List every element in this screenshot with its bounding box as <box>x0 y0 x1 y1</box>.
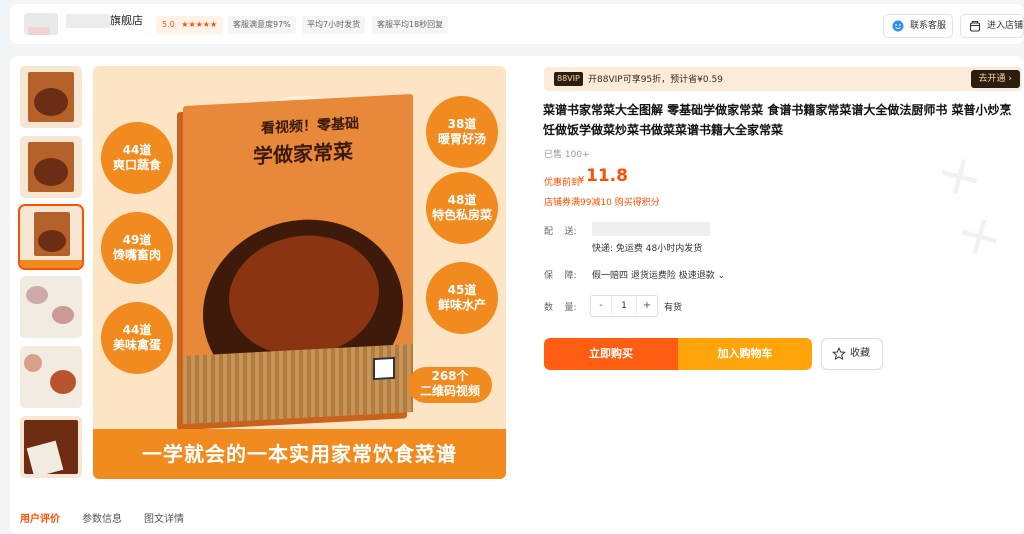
thumb-pages <box>20 276 82 338</box>
coupon-info[interactable]: 店铺券满99减10 购买得积分 <box>544 195 660 208</box>
bubble-soups: 38道 暖胃好汤 <box>426 96 498 168</box>
store-name[interactable]: 旗舰店 <box>110 12 143 28</box>
stock-status: 有货 <box>664 303 683 313</box>
delivery-label: 配 送: <box>544 227 577 237</box>
cover-subtitle: 看视频！零基础 <box>261 115 359 137</box>
tab-parameters[interactable]: 参数信息 <box>82 510 122 525</box>
bubble-poultry-eggs: 44道 美味禽蛋 <box>101 302 173 374</box>
quantity-increase-button[interactable]: + <box>637 296 657 316</box>
thumb-photo <box>24 354 42 372</box>
buy-now-button[interactable]: 立即购买 <box>544 338 678 370</box>
store-rating-badge: 5.0 ★★★★★ <box>156 16 224 34</box>
store-rating-value: 5.0 <box>162 20 175 29</box>
bubble-vegetables: 44道 爽口蔬食 <box>101 122 173 194</box>
bubble-meat: 49道 馋嘴畜肉 <box>101 212 173 284</box>
qr-video-bubble: 268个 二维码视频 <box>408 367 492 403</box>
stat-reply-time: 客服平均18秒回复 <box>372 16 449 34</box>
store-header: 旗舰店 5.0 ★★★★★ 客服满意度97% 平均7小时发货 客服平均18秒回复… <box>10 4 1024 44</box>
detail-tabs: 用户评价 参数信息 图文详情 <box>20 510 184 525</box>
thumbnail-2[interactable] <box>20 136 82 198</box>
thumb-banner <box>20 260 82 268</box>
favorite-button[interactable]: 收藏 <box>821 338 883 370</box>
contact-service-label: 联系客服 <box>910 21 947 31</box>
thumbnail-3-selected[interactable] <box>18 204 84 270</box>
sold-count: 已售 100+ <box>544 150 590 160</box>
quantity-decrease-button[interactable]: - <box>591 296 611 316</box>
store-name-redacted <box>66 14 110 28</box>
thumb-photo <box>52 306 74 324</box>
thumb-dish <box>34 88 68 116</box>
thumbnail-5[interactable] <box>20 346 82 408</box>
main-product-image[interactable]: 看视频！零基础 学做家常菜 44道 爽口蔬食 49道 馋嘴畜肉 44道 美味禽蛋… <box>93 66 506 479</box>
book-cover: 看视频！零基础 学做家常菜 <box>183 93 413 425</box>
vip-text: 开88VIP可享95折，预计省¥0.59 <box>588 75 723 85</box>
cover-title: 学做家常菜 <box>253 139 353 169</box>
product-title: 菜谱书家常菜大全图解 零基础学做家常菜 食谱书籍家常菜谱大全做法厨师书 菜普小炒… <box>543 103 1012 137</box>
vip-promo-bar: 88VIP 开88VIP可享95折，预计省¥0.59 去开通 › <box>544 67 1022 91</box>
bubble-seafood: 45道 鲜味水产 <box>426 262 498 334</box>
enter-store-button[interactable]: 进入店铺 <box>960 14 1024 38</box>
thumbnail-6[interactable] <box>20 416 82 478</box>
thumbnail-4[interactable] <box>20 276 82 338</box>
add-to-cart-button[interactable]: 加入购物车 <box>678 338 812 370</box>
delivery-address-redacted[interactable] <box>592 222 710 236</box>
tab-details[interactable]: 图文详情 <box>144 510 184 525</box>
shipping-info: 快递: 免运费 48小时内发货 <box>592 244 703 254</box>
bamboo-mat <box>183 343 413 425</box>
vip-tag: 88VIP <box>554 72 583 86</box>
stat-shipping-time: 平均7小时发货 <box>302 16 366 34</box>
currency-symbol: ¥ <box>578 175 585 186</box>
guarantee-label: 保 障: <box>544 271 577 281</box>
thumb-photo <box>50 370 76 394</box>
price-label: 优惠前到 <box>544 178 581 188</box>
service-icon <box>892 20 904 32</box>
guarantee-dropdown[interactable]: 假一赔四 退货运费险 极速退款 ⌄ <box>592 268 725 281</box>
enter-store-label: 进入店铺 <box>987 21 1024 31</box>
thumb-dish <box>38 230 66 252</box>
favorite-label: 收藏 <box>850 348 870 359</box>
stat-satisfaction: 客服满意度97% <box>228 16 296 34</box>
star-outline-icon <box>832 347 846 361</box>
tab-reviews[interactable]: 用户评价 <box>20 510 60 525</box>
store-logo[interactable] <box>24 13 58 35</box>
vip-activate-button[interactable]: 去开通 › <box>970 70 1020 88</box>
bubble-private-dishes: 48道 特色私房菜 <box>426 172 498 244</box>
contact-service-button[interactable]: 联系客服 <box>883 14 953 38</box>
product-page: 旗舰店 5.0 ★★★★★ 客服满意度97% 平均7小时发货 客服平均18秒回复… <box>0 0 1024 534</box>
thumb-dish <box>34 158 68 186</box>
price-value: 11.8 <box>586 166 628 186</box>
quantity-label: 数 量: <box>544 303 577 313</box>
qr-code-icon <box>373 356 395 381</box>
star-icons: ★★★★★ <box>181 20 218 29</box>
quantity-input[interactable]: 1 <box>611 296 637 316</box>
store-icon <box>969 20 981 32</box>
hero-banner: 一学就会的一本实用家常饮食菜谱 <box>93 429 506 479</box>
quantity-stepper: - 1 + <box>590 295 658 317</box>
thumb-photo <box>26 286 48 304</box>
thumbnail-1[interactable] <box>20 66 82 128</box>
